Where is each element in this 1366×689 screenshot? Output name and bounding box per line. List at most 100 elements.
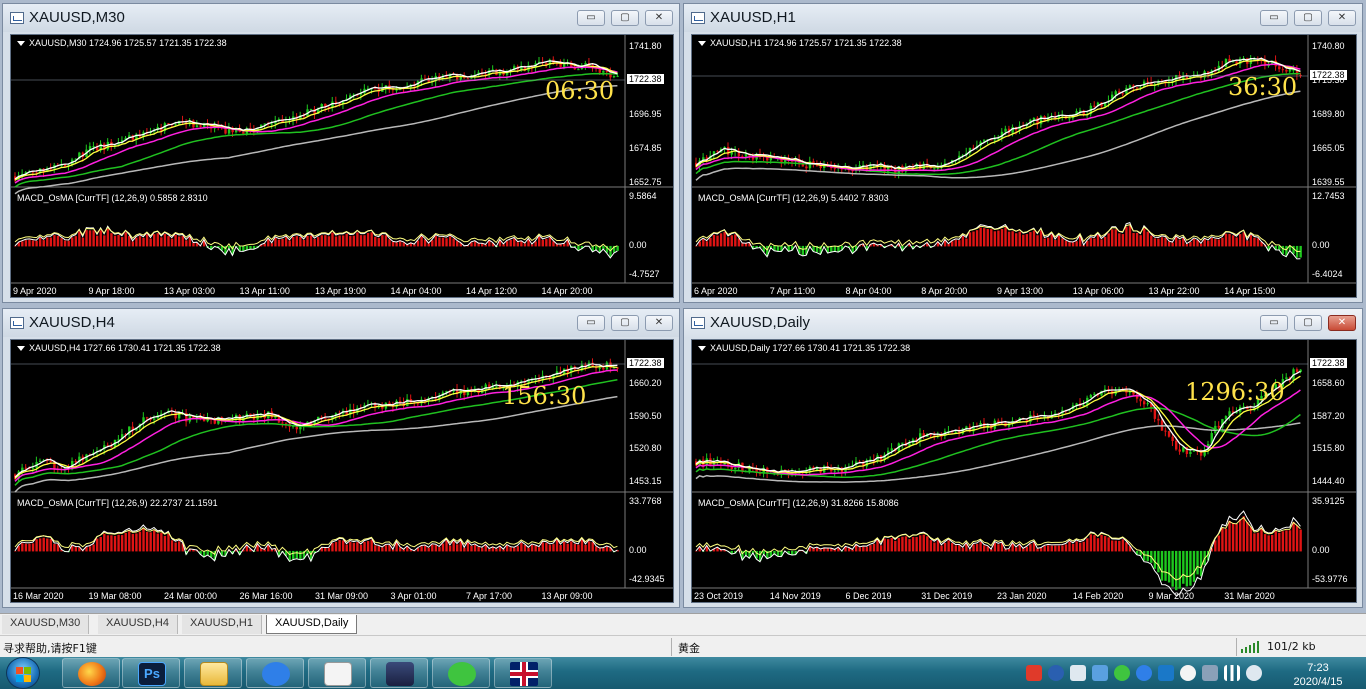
system-clock[interactable]: 7:23 2020/4/15 [1290, 661, 1346, 689]
macd-histogram-bar [381, 235, 384, 247]
minimize-button[interactable]: ▭ [1260, 315, 1288, 331]
photoshop-taskbar-button[interactable]: Ps [122, 658, 180, 688]
box-icon[interactable] [1092, 665, 1108, 681]
speaker-icon[interactable] [1246, 665, 1262, 681]
chart-window-h1[interactable]: XAUUSD,H1 ▭ ▢ ✕ XAUUSD,H1 1724.96 1725.5… [683, 3, 1363, 303]
macd-histogram-bar [349, 236, 352, 247]
macd-histogram-bar [1096, 234, 1100, 247]
current-price-tag: 1722.38 [1310, 70, 1347, 80]
window-titlebar[interactable]: XAUUSD,H1 ▭ ▢ ✕ [684, 4, 1362, 32]
close-button[interactable]: ✕ [1328, 315, 1356, 331]
macd-histogram-bar [975, 230, 979, 247]
macd-histogram-bar [306, 235, 309, 247]
macd-axis-label: 0.00 [1312, 239, 1330, 250]
usb-icon[interactable] [1202, 665, 1218, 681]
network-icon[interactable] [1070, 665, 1086, 681]
tab-xauusd-h1[interactable]: XAUUSD,H1 [182, 615, 262, 634]
chart-area[interactable]: XAUUSD,H1 1724.96 1725.57 1721.35 1722.3… [691, 34, 1357, 298]
close-button[interactable]: ✕ [645, 10, 673, 26]
candle-body [466, 78, 470, 80]
macd-histogram-bar [1242, 516, 1245, 552]
maximize-button[interactable]: ▢ [1294, 10, 1322, 26]
minimize-button[interactable]: ▭ [577, 315, 605, 331]
file-explorer-taskbar-button[interactable] [184, 658, 242, 688]
macd-histogram-bar [441, 543, 445, 552]
macd-axis-label: 0.00 [629, 544, 647, 555]
macd-histogram-bar [559, 545, 562, 552]
tab-xauusd-m30[interactable]: XAUUSD,M30 [2, 615, 90, 634]
macd-histogram-bar [1150, 235, 1153, 247]
macd-histogram-bar [1167, 550, 1171, 583]
shield-icon[interactable] [1158, 665, 1174, 681]
wechat-taskbar-button[interactable] [432, 658, 490, 688]
firefox-taskbar-button[interactable] [62, 658, 120, 688]
macd-histogram-bar [968, 232, 972, 247]
macd-histogram-bar [1068, 541, 1071, 552]
document-taskbar-button[interactable] [308, 658, 366, 688]
macd-histogram-bar [331, 542, 334, 552]
candle-body [202, 419, 206, 422]
maximize-button[interactable]: ▢ [611, 10, 639, 26]
macd-histogram-bar [570, 541, 573, 552]
qq-icon[interactable] [1180, 665, 1196, 681]
close-button[interactable]: ✕ [645, 315, 673, 331]
macd-histogram-bar [1107, 537, 1110, 552]
macd-histogram-bar [1157, 550, 1160, 573]
macd-histogram-bar [491, 547, 495, 552]
macd-histogram-bar [434, 236, 438, 247]
macd-histogram-bar [513, 547, 516, 552]
time-axis-label: 13 Apr 03:00 [164, 286, 216, 296]
minimize-button[interactable]: ▭ [1260, 10, 1288, 26]
macd-histogram-bar [331, 232, 334, 247]
macd-histogram-bar [954, 239, 957, 247]
macd-histogram-bar [904, 536, 908, 552]
window-titlebar[interactable]: XAUUSD,H4 ▭ ▢ ✕ [3, 309, 679, 337]
wechat-tray-icon[interactable] [1114, 665, 1130, 681]
uk-flag-taskbar-button[interactable] [494, 658, 552, 688]
macd-histogram-bar [876, 540, 879, 552]
tab-xauusd-daily[interactable]: XAUUSD,Daily [266, 615, 358, 634]
macd-histogram-bar [299, 550, 302, 560]
feishu-tray-icon[interactable] [1136, 665, 1152, 681]
minimize-button[interactable]: ▭ [577, 10, 605, 26]
macd-histogram-bar [67, 240, 70, 247]
macd-histogram-bar [1100, 534, 1103, 552]
feishu-taskbar-button[interactable] [246, 658, 304, 688]
macd-histogram-bar [181, 235, 184, 247]
macd-histogram-bar [1089, 237, 1093, 247]
sogou-ime-icon[interactable] [1026, 665, 1042, 681]
window-titlebar[interactable]: XAUUSD,M30 ▭ ▢ ✕ [3, 4, 679, 32]
price-axis-label: 1674.85 [629, 143, 662, 153]
chart-window-d1[interactable]: XAUUSD,Daily ▭ ▢ ✕ XAUUSD,Daily 1727.66 … [683, 308, 1363, 608]
chart-area[interactable]: XAUUSD,Daily 1727.66 1730.41 1721.35 172… [691, 339, 1357, 603]
chart-window-h4[interactable]: XAUUSD,H4 ▭ ▢ ✕ XAUUSD,H4 1727.66 1730.4… [2, 308, 680, 608]
macd-histogram-bar [477, 546, 480, 552]
start-orb-icon[interactable] [6, 657, 40, 689]
chart-area[interactable]: XAUUSD,M30 1724.96 1725.57 1721.35 1722.… [10, 34, 674, 298]
macd-histogram-bar [1086, 538, 1089, 552]
macd-histogram-bar [270, 549, 274, 552]
signal-icon[interactable] [1224, 665, 1240, 681]
macd-histogram-bar [1164, 550, 1167, 581]
macd-histogram-bar [434, 545, 438, 552]
window-titlebar[interactable]: XAUUSD,Daily ▭ ▢ ✕ [684, 309, 1362, 337]
macd-info: MACD_OsMA [CurrTF] (12,26,9) 5.4402 7.83… [698, 193, 889, 203]
chart-area[interactable]: XAUUSD,H4 1727.66 1730.41 1721.35 1722.3… [10, 339, 674, 603]
tab-xauusd-h4[interactable]: XAUUSD,H4 [98, 615, 178, 634]
candle-body [577, 69, 580, 71]
macd-histogram-bar [943, 542, 947, 552]
macd-histogram-bar [28, 543, 31, 552]
time-axis-label: 9 Apr 18:00 [88, 286, 135, 296]
help-icon[interactable] [1048, 665, 1064, 681]
chart-window-m30[interactable]: XAUUSD,M30 ▭ ▢ ✕ XAUUSD,M30 1724.96 1725… [2, 3, 680, 303]
macd-histogram-bar [833, 245, 837, 252]
close-button[interactable]: ✕ [1328, 10, 1356, 26]
time-axis-label: 8 Apr 04:00 [845, 286, 892, 296]
maximize-button[interactable]: ▢ [611, 315, 639, 331]
macd-histogram-bar [206, 550, 209, 556]
game-taskbar-button[interactable] [370, 658, 428, 688]
maximize-button[interactable]: ▢ [1294, 315, 1322, 331]
macd-histogram-bar [1128, 225, 1132, 247]
macd-histogram-bar [295, 550, 299, 559]
macd-axis-label: 33.7768 [629, 496, 662, 506]
